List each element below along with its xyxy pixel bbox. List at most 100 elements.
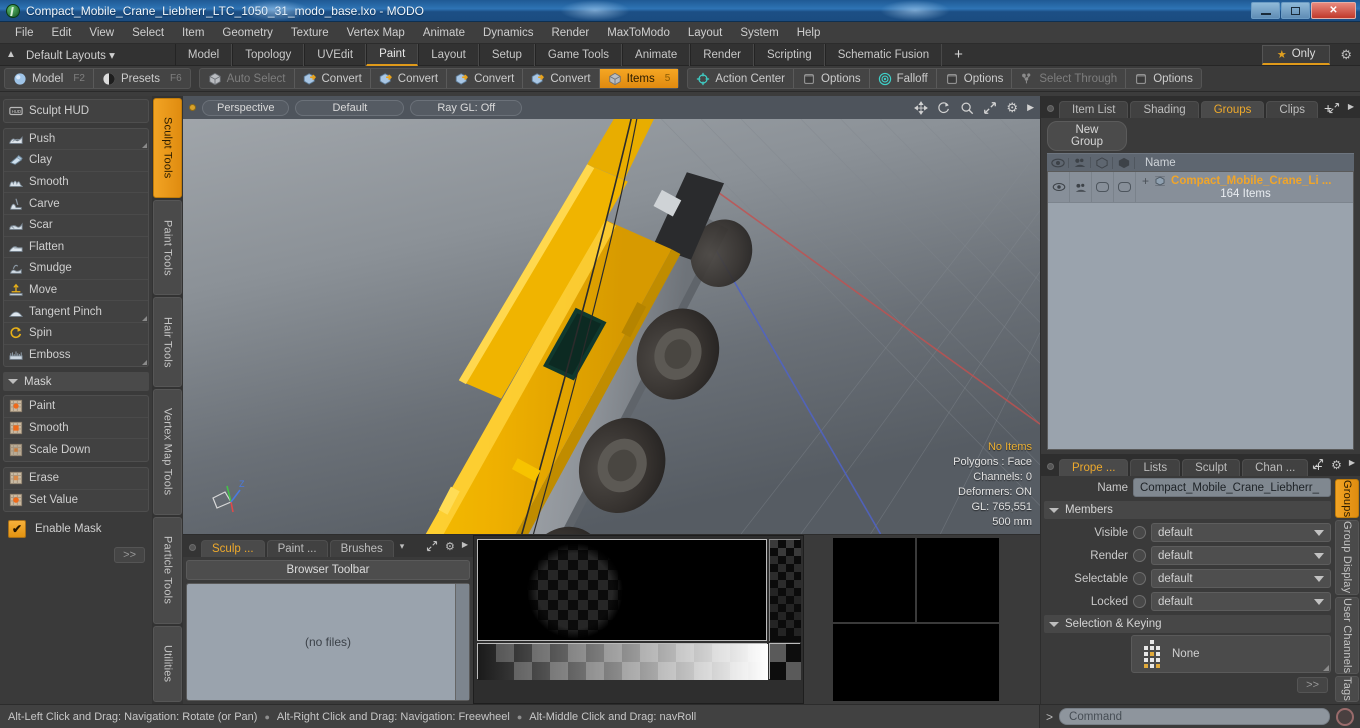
mask-section-header[interactable]: Mask <box>3 372 149 392</box>
vtab-user-channels[interactable]: User Channels <box>1335 596 1359 674</box>
move-icon[interactable] <box>914 100 929 115</box>
layout-tab-animate[interactable]: Animate <box>622 43 691 66</box>
preview-quad-1[interactable] <box>833 538 915 622</box>
zoom-icon[interactable] <box>960 101 974 115</box>
name-input[interactable]: Compact_Mobile_Crane_Liebherr_ <box>1133 478 1331 498</box>
minimize-button[interactable] <box>1251 2 1280 19</box>
row-render-toggle[interactable] <box>1070 172 1092 202</box>
row-toggle-a[interactable] <box>1092 172 1114 202</box>
add-layout-button[interactable]: + <box>942 46 975 63</box>
layout-tab-game-tools[interactable]: Game Tools <box>534 43 623 66</box>
row-expander[interactable]: + <box>1142 174 1149 188</box>
menu-item-view[interactable]: View <box>80 24 123 42</box>
gear-icon[interactable]: ⚙ <box>1334 47 1358 63</box>
menu-item-item[interactable]: Item <box>173 24 213 42</box>
vtab-particle-tools[interactable]: Particle Tools <box>153 516 182 624</box>
chevron-down-icon[interactable]: ▾ <box>396 541 411 557</box>
viewport-raygl-toggle[interactable]: Ray GL: Off <box>410 99 523 116</box>
enable-mask-checkbox[interactable]: ✔ <box>8 520 26 539</box>
3d-viewport[interactable]: No Items Polygons : Face Channels: 0 Def… <box>183 119 1040 534</box>
fit-icon[interactable] <box>983 101 997 115</box>
browser-toolbar[interactable]: Browser Toolbar <box>186 560 470 580</box>
row-toggle-b[interactable] <box>1114 172 1136 202</box>
close-button[interactable]: ✕ <box>1311 2 1356 19</box>
vtab-paint-tools[interactable]: Paint Tools <box>153 200 182 296</box>
default-layouts-dropdown[interactable]: Default Layouts ▾ <box>22 48 125 62</box>
file-browser-area[interactable]: (no files) <box>186 583 470 701</box>
brush-preview-strip[interactable] <box>769 539 801 642</box>
property-select-visible[interactable]: default <box>1151 523 1331 543</box>
toolbar-button-items-5[interactable]: Items 5 <box>599 69 679 88</box>
layout-tab-render[interactable]: Render <box>690 43 754 66</box>
tab-chan[interactable]: Chan ... <box>1242 459 1309 477</box>
layout-tab-schematic-fusion[interactable]: Schematic Fusion <box>824 43 943 66</box>
tool-erase[interactable]: Erase <box>4 468 148 490</box>
property-radio-locked[interactable] <box>1133 595 1146 609</box>
vtab-group-display[interactable]: Group Display <box>1335 520 1359 595</box>
menu-item-render[interactable]: Render <box>542 24 598 42</box>
expand-left-panel-button[interactable]: >> <box>114 547 145 564</box>
menu-item-geometry[interactable]: Geometry <box>213 24 282 42</box>
toolbar-button-action-center-0[interactable]: Action Center <box>688 69 794 88</box>
sculpt-hud-button[interactable]: HUD Sculpt HUD <box>4 100 148 122</box>
layout-tab-layout[interactable]: Layout <box>418 43 479 66</box>
tab-item-list[interactable]: Item List <box>1059 101 1129 118</box>
tab-prope[interactable]: Prope ... <box>1059 459 1129 477</box>
tool-set-value[interactable]: Set Value <box>4 490 148 512</box>
toolbar-button-falloff-2[interactable]: Falloff <box>870 69 937 88</box>
members-section-header[interactable]: Members <box>1044 501 1331 520</box>
tab-sculp[interactable]: Sculp ... <box>201 540 265 557</box>
caret-right-icon[interactable]: ▶ <box>1348 102 1354 114</box>
value-gradient-bar[interactable] <box>477 643 768 680</box>
property-radio-visible[interactable] <box>1133 526 1146 540</box>
vtab-groups[interactable]: Groups <box>1335 479 1359 519</box>
tool-scar[interactable]: Scar <box>4 215 148 237</box>
layout-tab-uvedit[interactable]: UVEdit <box>304 43 367 66</box>
vtab-utilities[interactable]: Utilities <box>153 625 182 702</box>
tool-flatten[interactable]: Flatten <box>4 237 148 259</box>
layout-tab-topology[interactable]: Topology <box>232 43 305 66</box>
vtab-tags[interactable]: Tags <box>1335 675 1359 702</box>
tool-scale-down[interactable]: Scale Down <box>4 439 148 461</box>
tab-clips[interactable]: Clips <box>1266 101 1318 118</box>
tab-lists[interactable]: Lists <box>1130 459 1181 477</box>
file-scrollbar[interactable] <box>455 584 469 700</box>
tab-shading[interactable]: Shading <box>1130 101 1199 118</box>
menu-item-vertex-map[interactable]: Vertex Map <box>338 24 414 42</box>
keying-selector[interactable]: None <box>1131 635 1331 674</box>
maximize-button[interactable] <box>1281 2 1310 19</box>
caret-right-icon[interactable]: ▶ <box>462 540 468 553</box>
menu-item-maxtomodo[interactable]: MaxToModo <box>598 24 679 42</box>
expand-icon[interactable] <box>1312 458 1324 470</box>
toolbar-button-auto-select-0[interactable]: Auto Select <box>200 69 295 88</box>
tool-tangent-pinch[interactable]: Tangent Pinch <box>4 301 148 323</box>
expand-properties-button[interactable]: >> <box>1297 677 1328 694</box>
property-radio-selectable[interactable] <box>1133 572 1146 586</box>
rotate-icon[interactable] <box>937 101 951 115</box>
toolbar-button-model-0[interactable]: Model F2 <box>5 69 94 88</box>
tab-brushes[interactable]: Brushes <box>329 540 394 557</box>
tab-paint[interactable]: Paint ... <box>266 540 328 557</box>
gear-icon[interactable]: ⚙ <box>1006 100 1018 116</box>
vtab-hair-tools[interactable]: Hair Tools <box>153 297 182 387</box>
menu-item-select[interactable]: Select <box>123 24 173 42</box>
caret-right-icon[interactable]: ▶ <box>1027 102 1034 113</box>
tool-carve[interactable]: Carve <box>4 193 148 215</box>
toolbar-button-options-5[interactable]: Options <box>1126 69 1201 88</box>
tool-smooth[interactable]: Smooth <box>4 418 148 440</box>
property-select-selectable[interactable]: default <box>1151 569 1331 589</box>
property-select-locked[interactable]: default <box>1151 592 1331 612</box>
collapse-icon[interactable]: ▲ <box>0 49 22 60</box>
tool-push[interactable]: Push <box>4 129 148 151</box>
toolbar-button-options-1[interactable]: Options <box>794 69 870 88</box>
layout-tab-paint[interactable]: Paint <box>366 43 419 66</box>
toolbar-button-convert-3[interactable]: Convert <box>447 69 524 88</box>
gear-icon[interactable]: ⚙ <box>445 540 455 553</box>
expand-icon[interactable] <box>1328 102 1340 114</box>
tool-smooth[interactable]: Smooth <box>4 172 148 194</box>
preview-quad-2[interactable] <box>917 538 999 622</box>
tool-clay[interactable]: Clay <box>4 150 148 172</box>
caret-right-icon[interactable]: ▶ <box>1349 458 1355 472</box>
gear-icon[interactable]: ⚙ <box>1331 458 1342 472</box>
menu-item-help[interactable]: Help <box>788 24 830 42</box>
